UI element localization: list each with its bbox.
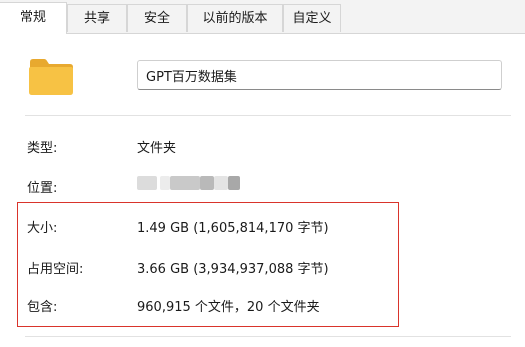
- folder-icon: [29, 59, 73, 95]
- tab-sharing[interactable]: 共享: [67, 4, 127, 32]
- type-value: 文件夹: [137, 141, 177, 156]
- type-label: 类型:: [27, 141, 58, 156]
- divider: [25, 336, 511, 337]
- folder-name-input[interactable]: [137, 60, 502, 90]
- tab-security[interactable]: 安全: [127, 4, 187, 32]
- location-label: 位置:: [27, 181, 58, 196]
- highlight-annotation-box: [17, 202, 399, 327]
- tab-previous-versions[interactable]: 以前的版本: [187, 4, 283, 32]
- divider: [25, 115, 511, 116]
- tab-bar: 常规 共享 安全 以前的版本 自定义: [0, 0, 525, 34]
- tab-general[interactable]: 常规: [0, 2, 67, 34]
- tab-customize[interactable]: 自定义: [283, 4, 341, 32]
